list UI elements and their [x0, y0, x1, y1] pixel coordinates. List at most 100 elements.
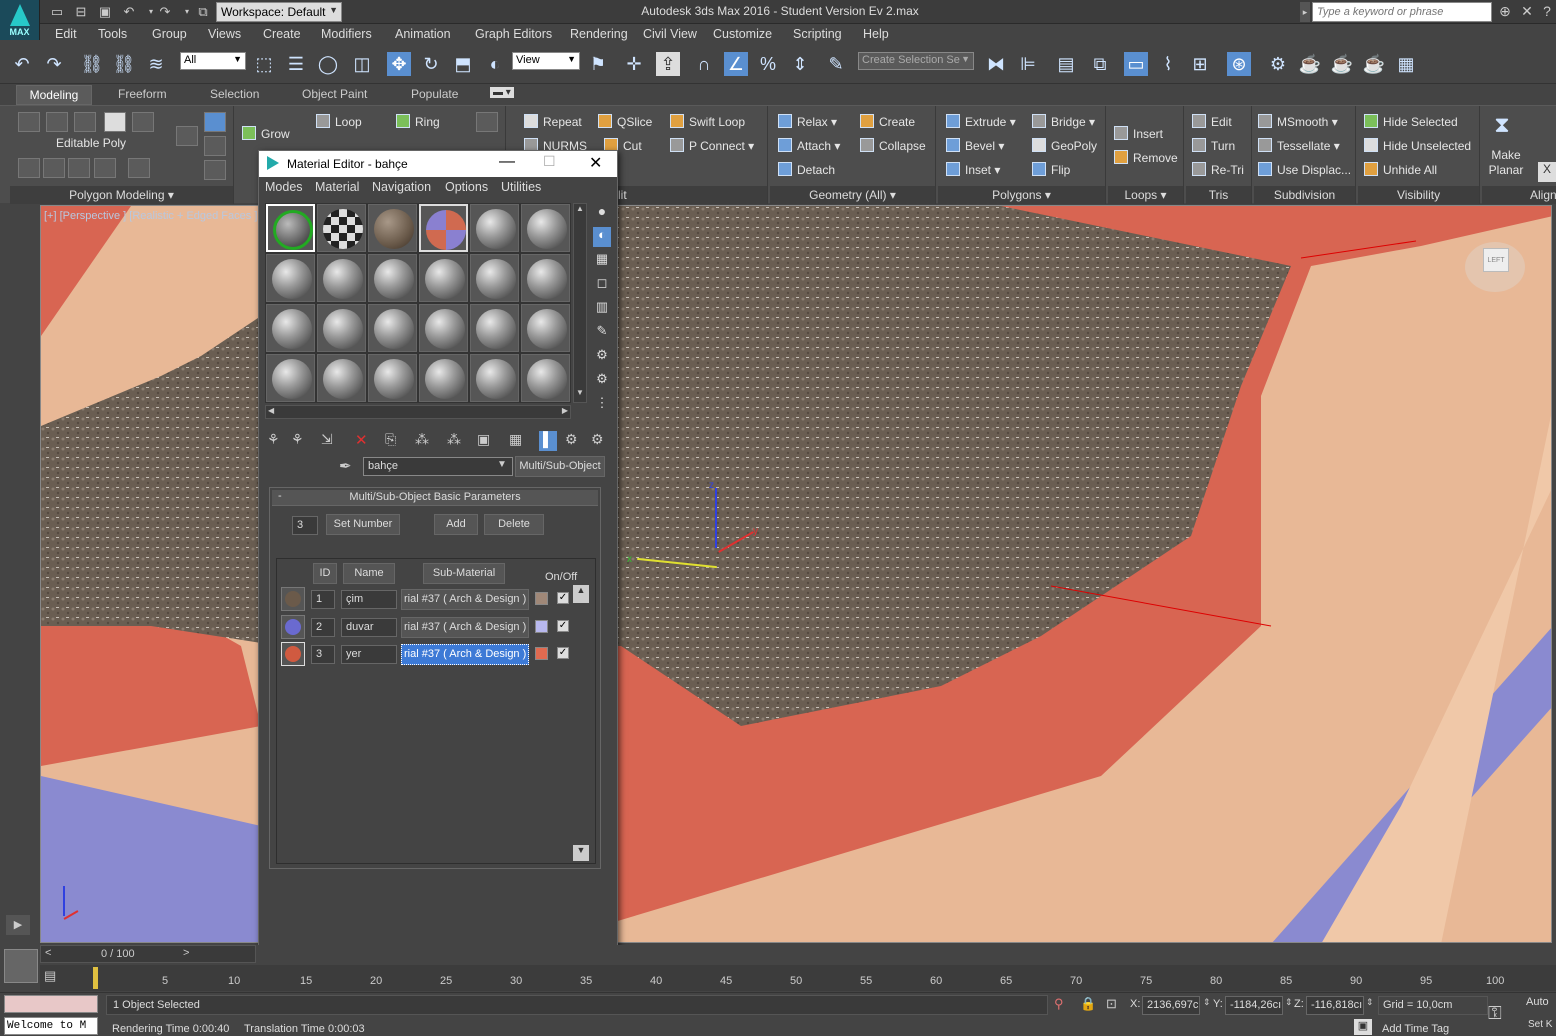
z-spinner-icon[interactable]: ⇕ — [1366, 997, 1374, 1008]
pin-stack-icon[interactable] — [68, 158, 90, 178]
tab-object-paint[interactable]: Object Paint — [302, 87, 367, 101]
put-material-to-scene-icon[interactable]: ⚘ — [291, 431, 304, 448]
scroll-up-icon[interactable]: ▲ — [574, 204, 586, 218]
select-by-material-icon[interactable]: ⚙ — [593, 371, 611, 391]
align-x-button[interactable]: X — [1538, 162, 1556, 182]
make-preview-icon[interactable]: ✎ — [593, 323, 611, 343]
attach-button[interactable]: Attach ▾ — [778, 138, 840, 153]
menu-material[interactable]: Material — [315, 180, 359, 194]
scene-explorer-icon[interactable]: ⧉ — [1088, 52, 1112, 76]
element-icon[interactable] — [132, 112, 154, 132]
material-id-channel-icon[interactable]: ⁂ — [447, 431, 461, 448]
named-selection-dropdown[interactable]: Create Selection Se ▼ — [858, 52, 974, 70]
workspace-dropdown[interactable]: Workspace: Default ▼ — [216, 2, 342, 22]
select-and-scale-icon[interactable]: ⬒ — [451, 52, 475, 76]
sub-material-button[interactable]: rial #37 ( Arch & Design ) — [401, 644, 529, 665]
select-and-rotate-icon[interactable]: ↻ — [419, 52, 443, 76]
enabled-checkbox[interactable]: ✓ — [557, 620, 569, 632]
delete-button[interactable]: Delete — [484, 514, 544, 535]
open-file-icon[interactable]: ⊟ — [72, 3, 90, 21]
render-iterative-icon[interactable]: ☕ — [1362, 52, 1386, 76]
sample-slot[interactable] — [419, 204, 468, 252]
close-icon[interactable]: ✕ — [589, 153, 602, 173]
search-expand-icon[interactable]: ▸ — [1300, 2, 1310, 22]
select-object-icon[interactable]: ⬚ — [252, 52, 276, 76]
viewport-thumbnail[interactable] — [4, 949, 38, 983]
name-field[interactable]: çim — [341, 590, 397, 609]
menu-customize[interactable]: Customize — [713, 27, 772, 41]
bevel-button[interactable]: Bevel ▾ — [946, 138, 1004, 153]
maxscript-listener-pink[interactable] — [4, 995, 98, 1013]
polygons-footer[interactable]: Polygons ▾ — [938, 186, 1105, 204]
menu-modifiers[interactable]: Modifiers — [321, 27, 372, 41]
p-connect-button[interactable]: P Connect ▾ — [670, 138, 754, 153]
menu-help[interactable]: Help — [863, 27, 889, 41]
number-of-materials-field[interactable]: 3 — [292, 516, 318, 535]
sample-slot[interactable] — [521, 304, 570, 352]
spinner-snap-icon[interactable]: ⇕ — [788, 52, 812, 76]
material-editor-icon[interactable]: ⊛ — [1227, 52, 1251, 76]
go-forward-to-sibling-icon[interactable]: ⚙ — [565, 431, 578, 448]
make-unique-icon[interactable]: ⎘ — [385, 431, 396, 448]
reset-map-icon[interactable]: ✕ — [355, 431, 368, 449]
redo-icon[interactable]: ↷ — [42, 52, 66, 76]
current-frame-marker[interactable] — [93, 967, 98, 989]
save-icon[interactable]: ▣ — [96, 3, 114, 21]
tab-selection[interactable]: Selection — [210, 87, 259, 101]
collapse-button[interactable]: Collapse — [860, 138, 926, 153]
sample-slot[interactable] — [317, 204, 366, 252]
sort-by-id-button[interactable]: ID — [313, 563, 337, 584]
sample-slot[interactable] — [470, 204, 519, 252]
place-icon[interactable]: ◐ — [483, 52, 507, 76]
ribbon-options-icon[interactable]: ▬ ▾ — [490, 87, 514, 98]
menu-rendering[interactable]: Rendering — [570, 27, 628, 41]
flip-button[interactable]: Flip — [1032, 162, 1070, 177]
background-icon[interactable]: ▦ — [593, 251, 611, 271]
sample-slot[interactable] — [266, 304, 315, 352]
menu-navigation[interactable]: Navigation — [372, 180, 431, 194]
gizmo-z-axis[interactable] — [715, 488, 717, 548]
name-field[interactable]: duvar — [341, 618, 397, 637]
rollout-header[interactable]: - Multi/Sub-Object Basic Parameters — [272, 490, 598, 506]
add-button[interactable]: Add — [434, 514, 478, 535]
add-time-tag[interactable]: Add Time Tag — [1382, 1023, 1449, 1035]
sample-slot[interactable] — [470, 304, 519, 352]
selection-lock-icon[interactable]: 🔒 — [1080, 996, 1096, 1012]
sample-slot[interactable] — [317, 354, 366, 402]
render-production-icon[interactable]: ☕ — [1330, 52, 1354, 76]
toggle-modifier-icon[interactable] — [94, 158, 116, 178]
list-scroll-up-icon[interactable]: ▲ — [573, 585, 589, 603]
modify-mode-icon[interactable] — [18, 158, 40, 178]
sub-material-button[interactable]: rial #37 ( Arch & Design ) — [401, 589, 529, 610]
bind-space-warp-icon[interactable]: ≋ — [144, 52, 168, 76]
chevron-down-icon[interactable]: ▼ — [497, 459, 507, 470]
x-spinner-icon[interactable]: ⇕ — [1203, 997, 1211, 1008]
key-icon[interactable]: ⚿ — [1488, 1003, 1502, 1024]
sample-slot[interactable] — [521, 354, 570, 402]
isolate-selection-icon[interactable]: ⚲ — [1054, 996, 1064, 1012]
sample-slot[interactable] — [521, 204, 570, 252]
put-to-library-icon[interactable]: ⁂ — [415, 431, 429, 448]
redo-icon[interactable]: ↷ — [156, 3, 174, 21]
track-bar[interactable]: ▤ 5 10 15 20 25 30 35 40 45 50 55 60 65 … — [40, 965, 1556, 991]
curve-editor-icon[interactable]: ⌇ — [1156, 52, 1180, 76]
sample-slot[interactable] — [470, 354, 519, 402]
y-coordinate[interactable]: -1184,26cı — [1225, 996, 1283, 1015]
schematic-view-icon[interactable]: ⊞ — [1188, 52, 1212, 76]
sub-material-button[interactable]: rial #37 ( Arch & Design ) — [401, 617, 529, 638]
sample-slot[interactable] — [368, 304, 417, 352]
menu-group[interactable]: Group — [152, 27, 187, 41]
menu-create[interactable]: Create — [263, 27, 301, 41]
sample-slot[interactable] — [317, 304, 366, 352]
name-field[interactable]: yer — [341, 645, 397, 664]
select-and-move-icon[interactable]: ✥ — [387, 52, 411, 76]
slots-vertical-scrollbar[interactable]: ▲ ▼ — [573, 203, 587, 403]
lock-selection-icon[interactable] — [476, 112, 498, 132]
color-swatch[interactable] — [535, 647, 548, 660]
msmooth-button[interactable]: MSmooth ▾ — [1258, 114, 1338, 129]
tab-populate[interactable]: Populate — [411, 87, 458, 101]
hide-selected-button[interactable]: Hide Selected — [1364, 114, 1458, 129]
get-material-icon[interactable]: ⚘ — [267, 431, 280, 448]
edit-tri-button[interactable]: Edit — [1192, 114, 1232, 129]
align-footer[interactable]: Align — [1482, 186, 1556, 204]
